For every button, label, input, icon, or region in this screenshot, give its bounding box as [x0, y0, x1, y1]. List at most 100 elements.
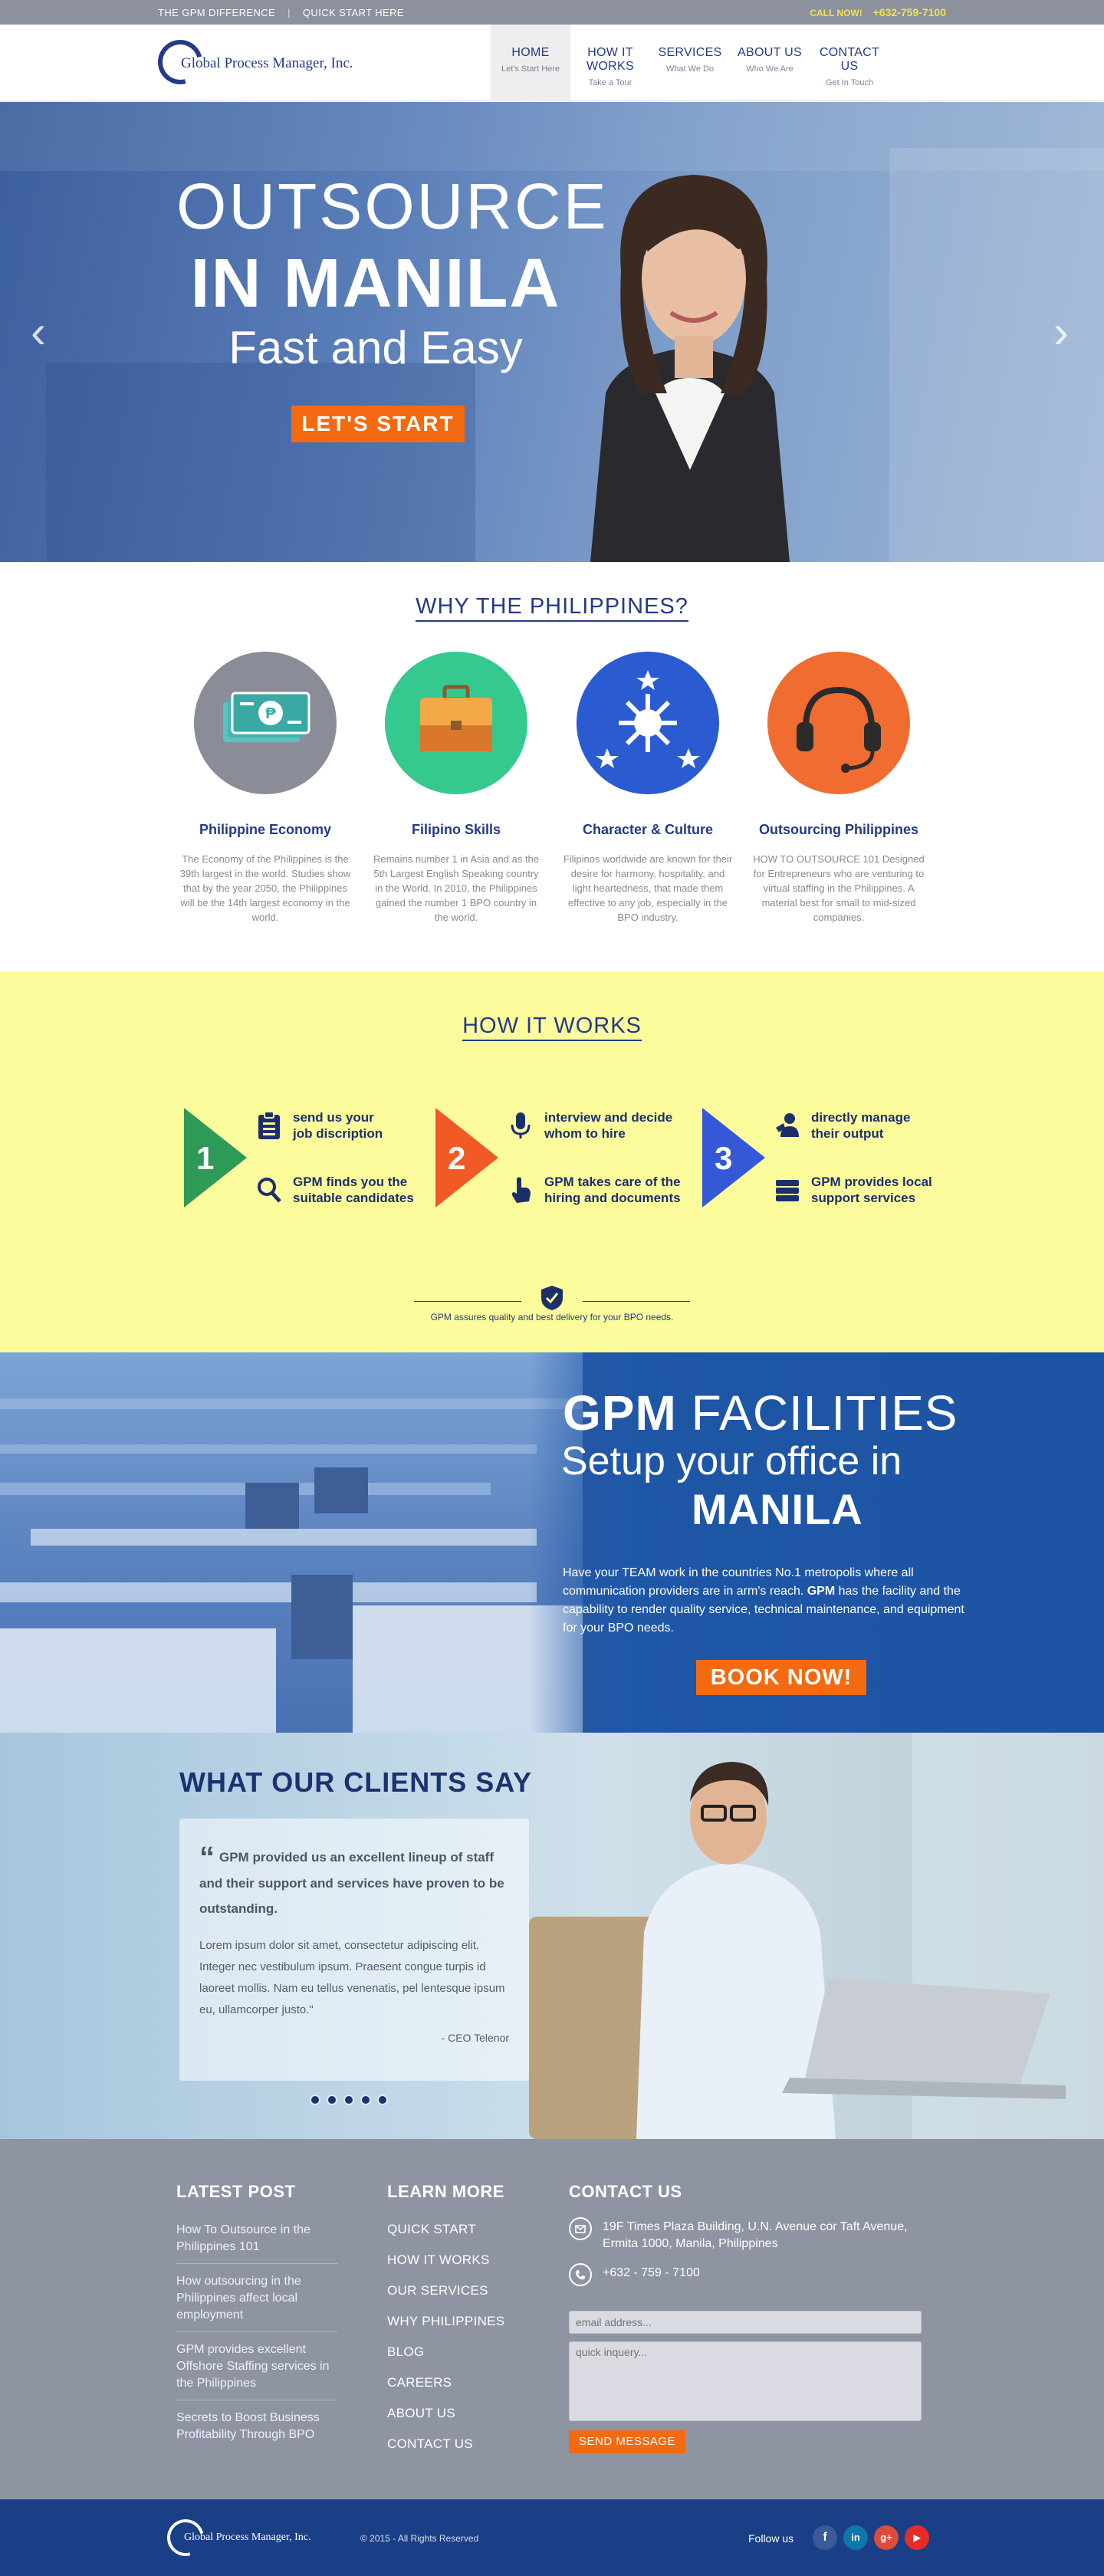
learn-link-contact-us[interactable]: CONTACT US	[387, 2436, 504, 2452]
learn-link-quick-start[interactable]: QUICK START	[387, 2222, 504, 2237]
clipboard-icon	[258, 1111, 280, 1139]
testimonial-quote: “GPM provided us an excellent lineup of …	[199, 1842, 509, 1921]
follow-us-label: Follow us	[748, 2532, 794, 2545]
learn-link-careers[interactable]: CAREERS	[387, 2375, 504, 2390]
latest-post-item[interactable]: How To Outsource in the Philippines 101	[176, 2222, 337, 2264]
step-2-item-1: interview and decide whom to hire	[508, 1109, 672, 1142]
step-2-badge: 2	[435, 1108, 498, 1208]
pager-dot-5[interactable]	[377, 2095, 388, 2105]
contact-phone[interactable]: +632 - 759 - 7100	[603, 2263, 700, 2282]
linkedin-icon[interactable]: in	[843, 2525, 868, 2550]
feature-outsourcing-title: Outsourcing Philippines	[758, 822, 918, 837]
logo[interactable]: Global Process Manager, Inc.	[150, 31, 403, 93]
feature-economy-title: Philippine Economy	[199, 822, 332, 837]
money-icon: ₱	[194, 652, 337, 794]
google-plus-icon[interactable]: g+	[874, 2525, 899, 2550]
headset-icon	[767, 652, 910, 794]
hero-line2: IN MANILA	[190, 245, 561, 322]
facebook-icon[interactable]: f	[813, 2525, 837, 2550]
facilities-heading-rest: FACILITIES	[676, 1385, 958, 1441]
send-message-button[interactable]: SEND MESSAGE	[569, 2430, 685, 2453]
quality-note: GPM assures quality and best delivery fo…	[414, 1278, 690, 1324]
footer-logo[interactable]: Global Process Manager, Inc.	[160, 2512, 351, 2563]
learn-link-blog[interactable]: BLOG	[387, 2344, 504, 2360]
testimonial-pager	[310, 2095, 388, 2105]
step-1-badge: 1	[184, 1108, 247, 1208]
feature-outsourcing-text: HOW TO OUTSOURCE 101 Designed for Entrep…	[753, 853, 925, 923]
pager-dot-3[interactable]	[343, 2095, 354, 2105]
nav-contact-title: CONTACT US	[819, 46, 880, 73]
microphone-icon	[511, 1112, 531, 1138]
mail-icon	[569, 2217, 592, 2240]
latest-post-item[interactable]: How outsourcing in the Philippines affec…	[176, 2273, 337, 2332]
step-3-number: 3	[715, 1140, 733, 1176]
nav-home-title: HOME	[511, 46, 550, 59]
main-nav: HOME Let's Start Here HOW IT WORKS Take a …	[491, 25, 889, 101]
nav-about-us[interactable]: ABOUT US Who We Are	[730, 25, 810, 101]
facilities-heading: GPM FACILITIES	[563, 1385, 958, 1441]
feature-skills-title: Filipino Skills	[411, 822, 501, 837]
header: Global Process Manager, Inc. HOME Let's S…	[0, 25, 1104, 101]
footer-logo-text: Global Process Manager, Inc.	[184, 2532, 311, 2543]
svg-text:₱: ₱	[265, 705, 276, 722]
learn-link-about-us[interactable]: ABOUT US	[387, 2406, 504, 2421]
latest-post-title: LATEST POST	[176, 2182, 296, 2201]
hero-line1: OUTSOURCE	[176, 170, 609, 242]
clients-title: WHAT OUR CLIENTS SAY	[179, 1766, 533, 1798]
book-now-button[interactable]: BOOK NOW!	[696, 1660, 866, 1695]
nav-home-sub: Let's Start Here	[501, 64, 560, 74]
gpm-difference-link[interactable]: THE GPM DIFFERENCE	[158, 7, 275, 18]
nav-services[interactable]: SERVICES What We Do	[650, 25, 730, 101]
contact-info: 19F Times Plaza Building, U.N. Avenue co…	[569, 2217, 922, 2297]
latest-post-item[interactable]: GPM provides excellent Offshore Staffing…	[176, 2341, 337, 2400]
youtube-icon[interactable]: ▶	[905, 2525, 929, 2550]
facilities-description: Have your TEAM work in the countries No.…	[563, 1564, 968, 1638]
learn-link-services[interactable]: OUR SERVICES	[387, 2283, 504, 2298]
nav-services-title: SERVICES	[658, 46, 722, 59]
nav-home[interactable]: HOME Let's Start Here	[491, 25, 570, 101]
slider-next-icon[interactable]: ›	[1053, 309, 1076, 355]
step-1-text-1: send us your job discription	[293, 1110, 383, 1141]
why-title: WHY THE PHILIPPINES?	[0, 594, 1104, 622]
lets-start-button[interactable]: LET'S START	[291, 406, 465, 442]
learn-link-why-philippines[interactable]: WHY PHILIPPINES	[387, 2314, 504, 2329]
pager-dot-2[interactable]	[327, 2095, 337, 2105]
copyright: © 2015 - All Rights Reserved	[360, 2533, 479, 2544]
hero-desks	[46, 363, 475, 562]
step-3-item-1: directly manage their output	[774, 1109, 910, 1142]
feature-culture-title: Character & Culture	[582, 822, 714, 837]
pager-dot-4[interactable]	[360, 2095, 371, 2105]
feature-skills: Filipino Skills Remains number 1 in Asia…	[360, 652, 552, 925]
latest-post-item[interactable]: Secrets to Boost Business Profitability …	[176, 2410, 337, 2451]
manage-user-icon	[776, 1113, 799, 1137]
feature-skills-text: Remains number 1 in Asia and as the 5th …	[373, 853, 540, 923]
topbar-separator: |	[288, 7, 291, 18]
step-2-number: 2	[448, 1140, 466, 1176]
topbar-phone[interactable]: +632-759-7100	[873, 6, 946, 18]
slider-prev-icon[interactable]: ‹	[31, 309, 54, 355]
nav-how-it-works[interactable]: HOW IT WORKS Take a Tour	[570, 25, 650, 101]
footer: LATEST POST How To Outsource in the Phil…	[0, 2139, 1104, 2499]
shield-check-icon	[541, 1286, 563, 1310]
step-1-number: 1	[196, 1140, 215, 1176]
step-3-text-2: GPM provides local support services	[811, 1175, 932, 1205]
quality-divider-left	[414, 1301, 521, 1302]
hero-line3: Fast and Easy	[228, 322, 523, 373]
nav-contact-us[interactable]: CONTACT US Get In Touch	[810, 25, 889, 101]
learn-link-how-it-works[interactable]: HOW IT WORKS	[387, 2252, 504, 2268]
feature-culture: Character & Culture Filipinos worldwide …	[552, 652, 744, 925]
feature-culture-text: Filipinos worldwide are known for their …	[563, 853, 733, 923]
testimonial-card: “GPM provided us an excellent lineup of …	[179, 1819, 529, 2081]
facilities-section: GPM FACILITIES Setup your office in MANI…	[0, 1352, 1104, 1733]
quick-start-link[interactable]: QUICK START HERE	[303, 7, 404, 18]
email-field[interactable]	[569, 2311, 922, 2334]
pager-dot-1[interactable]	[310, 2095, 320, 2105]
phone-icon	[569, 2263, 592, 2286]
why-title-text: WHY THE PHILIPPINES?	[416, 594, 688, 622]
feature-economy-text: The Economy of the Philippines is the 39…	[179, 853, 351, 923]
inquiry-field[interactable]	[569, 2341, 922, 2421]
client-man-photo	[529, 1733, 1104, 2139]
contact-address: 19F Times Plaza Building, U.N. Avenue co…	[603, 2220, 908, 2250]
testimonial-body: Lorem ipsum dolor sit amet, consectetur …	[199, 1939, 505, 2016]
contact-us-title: CONTACT US	[569, 2182, 682, 2201]
